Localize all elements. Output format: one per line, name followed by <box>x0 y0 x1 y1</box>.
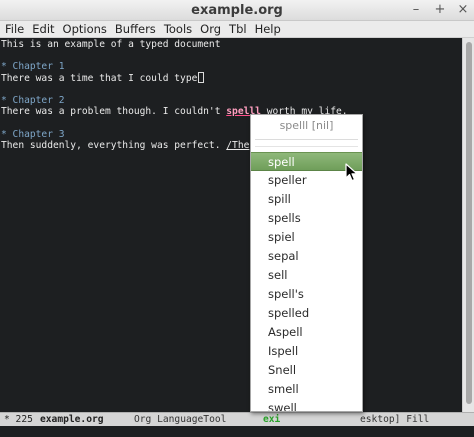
chapter-3-text: Then suddenly, everything was perfect. /… <box>1 140 249 152</box>
menu-file[interactable]: File <box>2 21 27 38</box>
editor-buffer[interactable]: This is an example of a typed document *… <box>0 38 462 412</box>
menu-org[interactable]: Org <box>197 21 224 38</box>
chapter-3-pre: Then suddenly, everything was perfect. <box>1 140 227 151</box>
modeline-major-mode[interactable]: Org LanguageTool <box>134 413 226 426</box>
popup-header: spelll [nil] <box>279 119 334 132</box>
popup-separator-2 <box>255 146 358 147</box>
document-intro-line: This is an example of a typed document <box>1 39 221 50</box>
minimize-icon[interactable]: – <box>408 2 424 18</box>
chapter-1-text: There was a time that I could type <box>1 72 205 84</box>
suggestion-item[interactable]: Snell <box>251 361 362 380</box>
suggestion-item[interactable]: spells <box>251 209 362 228</box>
suggestion-item[interactable]: spiel <box>251 228 362 247</box>
modeline-mode-extra: exi <box>263 414 281 425</box>
modeline-buffer-name[interactable]: example.org <box>40 413 104 426</box>
menu-bar: File Edit Options Buffers Tools Org Tbl … <box>0 21 474 38</box>
spelling-suggestions-popup[interactable]: spelll [nil] spell speller spill spells … <box>250 114 363 412</box>
suggestion-item[interactable]: Aspell <box>251 323 362 342</box>
echo-area <box>0 426 474 437</box>
chapter-1-sentence: There was a time that I could type <box>1 73 198 84</box>
suggestion-item[interactable]: spell's <box>251 285 362 304</box>
window-title: example.org <box>191 3 283 18</box>
vertical-scrollbar[interactable] <box>462 38 474 412</box>
close-icon[interactable]: × <box>455 2 471 18</box>
text-cursor <box>198 72 205 83</box>
menu-buffers[interactable]: Buffers <box>112 21 159 38</box>
maximize-icon[interactable]: + <box>432 2 448 18</box>
menu-options[interactable]: Options <box>60 21 110 38</box>
menu-edit[interactable]: Edit <box>29 21 57 38</box>
modeline-minor-modes: esktop] Fill <box>360 414 430 425</box>
suggestion-item[interactable]: Ispell <box>251 342 362 361</box>
chapter-2-pre: There was a problem though. I couldn't <box>1 106 227 117</box>
mode-line: * 225 example.org Org LanguageTool exi e… <box>0 412 474 426</box>
suggestion-item[interactable]: spelled <box>251 304 362 323</box>
popup-separator <box>255 139 358 140</box>
suggestion-item[interactable]: spill <box>251 190 362 209</box>
suggestion-item[interactable]: swell <box>251 399 362 411</box>
mouse-pointer-icon <box>345 163 358 182</box>
chapter-3-link[interactable]: /The <box>226 140 249 151</box>
menu-tbl[interactable]: Tbl <box>226 21 250 38</box>
menu-tools[interactable]: Tools <box>161 21 195 38</box>
suggestion-item[interactable]: sell <box>251 266 362 285</box>
scrollbar-thumb[interactable] <box>466 42 472 404</box>
title-bar[interactable]: example.org – + × <box>0 0 474 21</box>
modeline-status: * 225 <box>4 414 33 425</box>
suggestion-item[interactable]: sepal <box>251 247 362 266</box>
menu-help[interactable]: Help <box>252 21 284 38</box>
suggestion-item[interactable]: smell <box>251 380 362 399</box>
